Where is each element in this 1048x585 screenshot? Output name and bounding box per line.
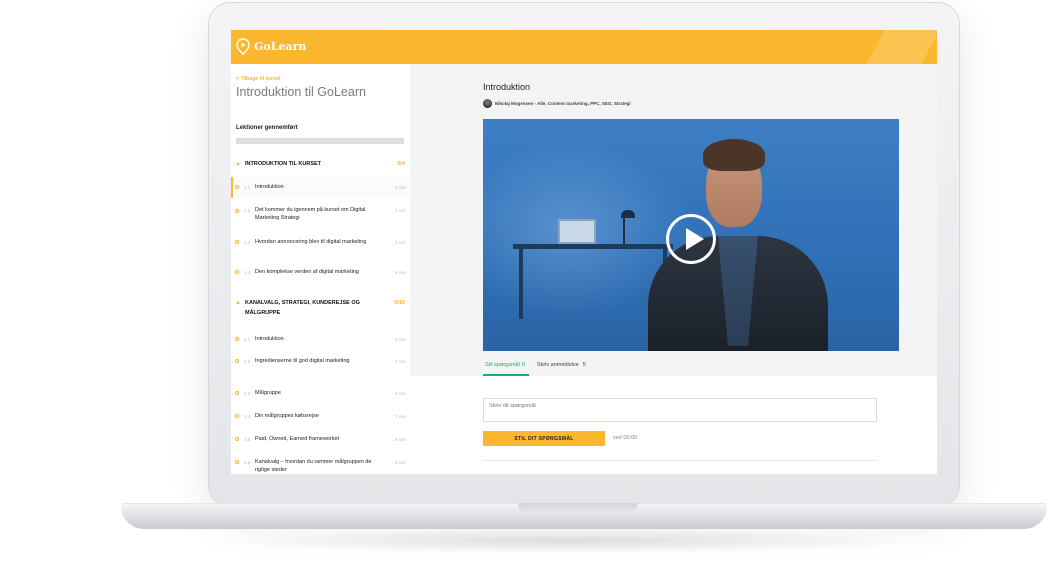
video-desk-lamp: [621, 210, 635, 244]
app-screen: GoLearn < Tilbage til kurset Introduktio…: [231, 30, 937, 474]
question-tabs: Stil spørgsmål 0 Skriv anmeldelse 5: [483, 356, 590, 376]
lesson-duration: 7 min: [394, 414, 406, 419]
lesson-duration: 6 min: [394, 270, 406, 275]
lesson-status-dot: [235, 240, 239, 244]
lesson-item[interactable]: 2.3 Målgruppe 6 min: [231, 383, 410, 406]
lesson-item[interactable]: 2.2 Ingredienserne til god digital marke…: [231, 350, 410, 383]
question-timestamp: ved 00:00: [613, 435, 638, 441]
progress-bar: [236, 138, 404, 144]
presenter-hair: [703, 139, 765, 171]
header-stripe: [858, 30, 937, 64]
lesson-number: 2.1: [244, 337, 251, 342]
course-title: Introduktion til GoLearn: [236, 85, 366, 99]
laptop-notch: [518, 503, 638, 513]
progress-label: Lektioner gennemført: [236, 125, 298, 131]
lesson-number: 1.2: [244, 208, 251, 213]
lesson-item[interactable]: 2.5 Paid, Owned, Earned frameworket 6 mi…: [231, 429, 410, 452]
lesson-number: 1.1: [244, 185, 251, 190]
lesson-status-dot: [235, 359, 239, 363]
section-header-intro[interactable]: ▲ INTRODUKTION TIL KURSET 0/4: [231, 158, 410, 176]
author-row: Nikolaj Mogensen - Alle, Content marketi…: [483, 99, 631, 108]
lesson-status-dot: [235, 270, 239, 274]
back-to-course-link[interactable]: < Tilbage til kurset: [236, 76, 280, 82]
section-count: 0/10: [394, 300, 405, 306]
section-header-kanalvalg[interactable]: ▲ KANALVALG, STRATEGI, KUNDEREJSE OG MÅL…: [231, 292, 410, 322]
lesson-number: 2.5: [244, 437, 251, 442]
submit-question-button[interactable]: STIL DIT SPØRGSMÅL: [483, 431, 605, 446]
lesson-duration: 6 min: [394, 460, 406, 465]
lesson-title: Introduktion: [255, 336, 284, 342]
tab-count: 0: [521, 362, 525, 368]
question-input[interactable]: [483, 398, 877, 422]
lesson-duration: 3 min: [394, 185, 406, 190]
video-player[interactable]: [483, 119, 899, 351]
video-desk-leg: [519, 249, 523, 319]
lesson-duration: 6 min: [394, 391, 406, 396]
lesson-title: Kanalvalg – hvordan du rammer målgruppen…: [255, 459, 372, 473]
lesson-item[interactable]: 2.1 Introduktion 3 min: [231, 330, 410, 350]
tab-label: Skriv anmeldelse: [536, 362, 579, 368]
lesson-number: 1.3: [244, 240, 251, 245]
lesson-number: 2.6: [244, 460, 251, 465]
tab-ask-question[interactable]: Stil spørgsmål 0: [483, 356, 529, 376]
lesson-status-dot: [235, 337, 239, 341]
lesson-status-dot: [235, 185, 239, 189]
lesson-title: Din målgruppes købsrejse: [255, 413, 319, 419]
lesson-item[interactable]: 1.4 Den komplekse verden af digital mark…: [231, 260, 410, 290]
chevron-up-icon: ▲: [235, 161, 241, 167]
top-bar: GoLearn: [231, 30, 937, 64]
section-count: 0/4: [397, 161, 405, 167]
tab-label: Stil spørgsmål: [485, 362, 520, 368]
lesson-number: 2.2: [244, 359, 251, 364]
tab-count: 5: [582, 362, 586, 368]
lesson-item[interactable]: 1.3 Hvordan annoncering blev til digital…: [231, 230, 410, 260]
lesson-number: 1.4: [244, 270, 251, 275]
logo-text: GoLearn: [254, 40, 307, 53]
avatar: [483, 99, 492, 108]
lesson-duration: 3 min: [394, 240, 406, 245]
logo[interactable]: GoLearn: [236, 38, 306, 55]
lesson-title: Målgruppe: [255, 390, 281, 396]
lesson-item[interactable]: 2.4 Din målgruppes købsrejse 7 min: [231, 406, 410, 429]
lesson-duration: 6 min: [394, 437, 406, 442]
lesson-number: 2.4: [244, 414, 251, 419]
logo-pin-icon: [236, 38, 250, 55]
laptop-mockup: GoLearn < Tilbage til kurset Introduktio…: [0, 0, 1048, 585]
lesson-title: Introduktion: [255, 184, 284, 190]
lesson-sidebar: < Tilbage til kurset Introduktion til Go…: [231, 64, 410, 474]
lesson-title: Hvordan annoncering blev til digital mar…: [255, 239, 367, 245]
lesson-item[interactable]: 1.2 Det kommer du igennem på kurset om D…: [231, 198, 410, 230]
lesson-item[interactable]: 1.1 Introduktion 3 min: [231, 177, 410, 198]
lesson-status-dot: [235, 391, 239, 395]
lesson-status-dot: [235, 460, 239, 464]
lesson-content-area: Introduktion Nikolaj Mogensen - Alle, Co…: [410, 64, 937, 376]
lesson-heading: Introduktion: [483, 82, 531, 92]
question-panel: STIL DIT SPØRGSMÅL ved 00:00: [410, 376, 937, 474]
lesson-status-dot: [235, 437, 239, 441]
section-title: INTRODUKTION TIL KURSET: [245, 161, 321, 167]
lesson-duration: 4 min: [394, 359, 406, 364]
divider: [483, 460, 877, 461]
lesson-item[interactable]: 2.6 Kanalvalg – hvordan du rammer målgru…: [231, 452, 410, 474]
lesson-main: Introduktion Nikolaj Mogensen - Alle, Co…: [410, 64, 937, 474]
lesson-title: Paid, Owned, Earned frameworket: [255, 436, 340, 442]
lesson-title: Den komplekse verden af digital marketin…: [255, 269, 359, 275]
laptop-shadow: [220, 528, 920, 554]
lesson-duration: 2 min: [394, 208, 406, 213]
chevron-up-icon: ▲: [235, 300, 241, 306]
lesson-status-dot: [235, 414, 239, 418]
lesson-number: 2.3: [244, 391, 251, 396]
lesson-status-dot: [235, 209, 239, 213]
section-title: KANALVALG, STRATEGI, KUNDEREJSE OG MÅLGR…: [245, 300, 360, 316]
lesson-title: Det kommer du igennem på kurset om Digit…: [255, 207, 366, 221]
tab-write-review[interactable]: Skriv anmeldelse 5: [535, 356, 590, 376]
lesson-duration: 3 min: [394, 337, 406, 342]
video-desk-laptop: [558, 219, 596, 244]
play-icon[interactable]: [666, 214, 716, 264]
author-line[interactable]: Nikolaj Mogensen - Alle, Content marketi…: [495, 101, 631, 106]
lesson-title: Ingredienserne til god digital marketing: [255, 358, 350, 364]
